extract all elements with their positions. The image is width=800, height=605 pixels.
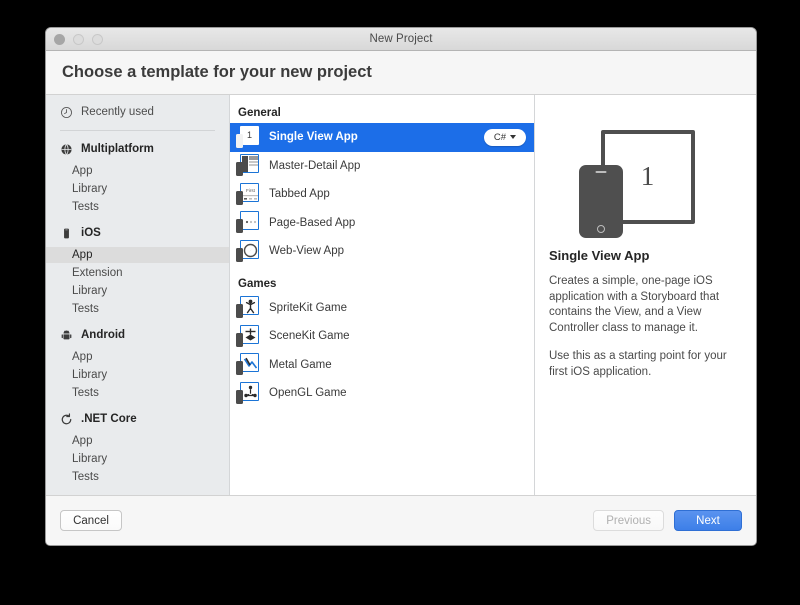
detail-description-1: Creates a simple, one-page iOS applicati…: [549, 275, 720, 334]
sidebar-item-android-library[interactable]: Library: [46, 367, 229, 383]
sidebar-item-multiplatform-tests[interactable]: Tests: [46, 199, 229, 215]
sidebar-item-net-core-tests[interactable]: Tests: [46, 469, 229, 485]
preview-phone-home-button: [596, 224, 605, 233]
template-row-master-detail-app[interactable]: Master-Detail App: [230, 152, 534, 181]
sidebar-group-android[interactable]: Android: [46, 323, 229, 347]
new-project-window: New Project Choose a template for your n…: [45, 27, 757, 546]
dialog-body: Recently used Multiplatform App Library Tes…: [46, 95, 756, 496]
template-row-tabbed-app[interactable]: First Tabbed App: [230, 180, 534, 209]
opengl-icon: [236, 381, 259, 405]
sidebar-item-recently-used[interactable]: Recently used: [46, 101, 229, 123]
ios-phone-icon: [60, 227, 73, 240]
template-row-page-based-app[interactable]: Page-Based App: [230, 209, 534, 238]
template-icon-number: 1: [246, 130, 252, 141]
template-row-label: Master-Detail App: [269, 159, 361, 172]
template-row-label: Page-Based App: [269, 216, 356, 229]
sidebar-item-ios-app[interactable]: App: [46, 247, 229, 263]
multiplatform-icon: [60, 143, 73, 156]
title-bar: New Project: [46, 28, 756, 51]
sidebar-group-net-core[interactable]: .NET Core: [46, 407, 229, 431]
template-preview: 1: [549, 117, 732, 242]
master-detail-icon: [236, 154, 259, 177]
footer-action-group: Previous Next: [593, 510, 742, 531]
sidebar-item-ios-extension[interactable]: Extension: [46, 265, 229, 281]
sidebar-item-multiplatform-library[interactable]: Library: [46, 181, 229, 197]
sidebar-item-ios-library[interactable]: Library: [46, 283, 229, 299]
metal-icon: [236, 353, 259, 376]
template-row-label: Tabbed App: [269, 188, 330, 201]
page-title: Choose a template for your new project: [62, 63, 372, 81]
sidebar-group-ios[interactable]: iOS: [46, 221, 229, 245]
next-button[interactable]: Next: [674, 510, 742, 531]
chevron-down-icon: [510, 135, 517, 140]
template-row-label: SceneKit Game: [269, 330, 350, 343]
template-row-label: SpriteKit Game: [269, 301, 347, 314]
template-row-label: Metal Game: [269, 358, 332, 371]
zoom-button-icon[interactable]: [92, 34, 103, 45]
sidebar-group-multiplatform[interactable]: Multiplatform: [46, 137, 229, 161]
single-view-icon: 1: [236, 125, 259, 149]
page-based-icon: [236, 211, 259, 234]
previous-button[interactable]: Previous: [593, 510, 664, 531]
template-row-label: Web-View App: [269, 245, 345, 258]
template-row-web-view-app[interactable]: Web-View App: [230, 237, 534, 266]
tabbed-app-icon: First: [236, 182, 259, 206]
spritekit-icon: [236, 296, 259, 319]
category-sidebar[interactable]: Recently used Multiplatform App Library Tes…: [46, 95, 230, 495]
dialog-header: Choose a template for your new project: [46, 51, 756, 95]
sidebar-group-label: Android: [81, 329, 126, 341]
template-row-label: OpenGL Game: [269, 387, 347, 400]
sidebar-item-net-core-app[interactable]: App: [46, 433, 229, 449]
traffic-light-group: [54, 34, 103, 45]
svg-text:First: First: [246, 188, 256, 193]
sidebar-item-net-core-library[interactable]: Library: [46, 451, 229, 467]
window-title: New Project: [369, 33, 433, 45]
preview-phone-icon: [578, 164, 623, 238]
history-icon: [60, 106, 73, 119]
template-row-single-view-app[interactable]: 1 Single View App C#: [230, 123, 534, 152]
language-dropdown-value: C#: [493, 131, 507, 143]
template-detail-panel: 1 Single View App Creates a simple, one-…: [535, 95, 756, 495]
template-list[interactable]: General 1 Single View App C# Master-Detail A…: [230, 95, 535, 495]
scenekit-icon: [236, 324, 259, 348]
minimize-button-icon[interactable]: [73, 34, 84, 45]
web-view-icon: [236, 239, 259, 263]
template-row-scenekit-game[interactable]: SceneKit Game: [230, 322, 534, 351]
template-section-heading: Games: [238, 277, 277, 290]
detail-title: Single View App: [549, 248, 650, 263]
close-button-icon[interactable]: [54, 34, 65, 45]
dialog-footer: Cancel Previous Next: [46, 496, 756, 545]
sidebar-item-android-tests[interactable]: Tests: [46, 385, 229, 401]
detail-description-2: Use this as a starting point for your fi…: [549, 350, 727, 378]
sidebar-group-label: .NET Core: [81, 413, 137, 425]
android-icon: [60, 329, 73, 342]
sidebar-recently-used-label: Recently used: [81, 106, 154, 118]
sidebar-item-android-app[interactable]: App: [46, 349, 229, 365]
sidebar-divider: [60, 130, 215, 131]
dotnet-refresh-icon: [60, 412, 73, 426]
sidebar-group-label: Multiplatform: [81, 143, 154, 155]
template-row-spritekit-game[interactable]: SpriteKit Game: [230, 294, 534, 323]
template-section-heading: General: [238, 107, 281, 119]
language-dropdown[interactable]: C#: [484, 128, 526, 146]
template-row-metal-game[interactable]: Metal Game: [230, 351, 534, 380]
sidebar-item-multiplatform-app[interactable]: App: [46, 163, 229, 179]
template-row-label: Single View App: [269, 131, 358, 144]
sidebar-item-ios-tests[interactable]: Tests: [46, 301, 229, 317]
preview-phone-speaker: [595, 170, 606, 173]
sidebar-group-cloud[interactable]: Cloud: [46, 491, 229, 495]
sidebar-group-label: iOS: [81, 227, 101, 239]
template-row-opengl-game[interactable]: OpenGL Game: [230, 379, 534, 408]
cancel-button[interactable]: Cancel: [60, 510, 122, 531]
